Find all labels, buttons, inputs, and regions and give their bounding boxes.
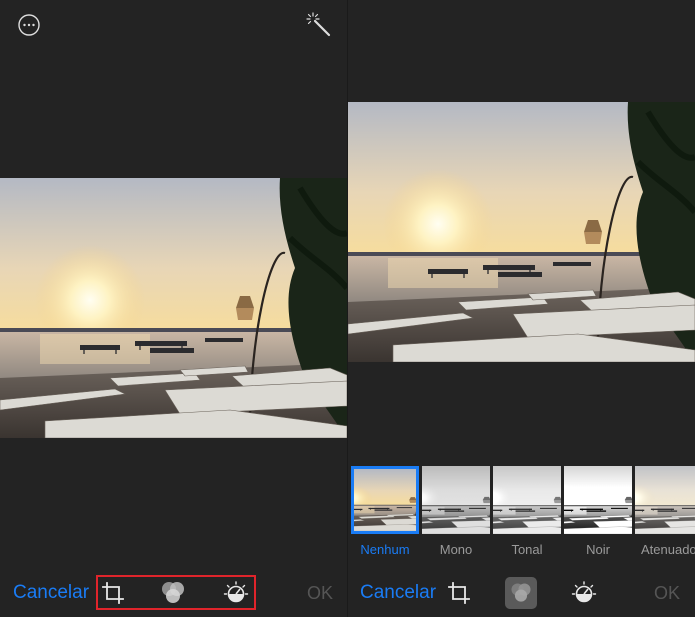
- filter-item-noir[interactable]: Noir: [564, 466, 632, 557]
- crop-rotate-icon[interactable]: [446, 580, 472, 606]
- editor-panel-right: Nenhum Mono Tonal Noir Atenuado Cancelar…: [348, 0, 695, 617]
- photo-preview: [348, 102, 695, 362]
- filter-thumbnail[interactable]: [422, 466, 490, 534]
- filter-label: Tonal: [511, 542, 543, 557]
- filter-thumbnail[interactable]: [493, 466, 561, 534]
- ok-button[interactable]: OK: [654, 583, 680, 603]
- filter-item-tonal[interactable]: Tonal: [493, 466, 561, 557]
- filter-item-atenuado[interactable]: Atenuado: [635, 466, 695, 557]
- ok-button[interactable]: OK: [307, 583, 333, 603]
- cancel-button[interactable]: Cancelar: [13, 583, 89, 603]
- filter-item-nenhum[interactable]: Nenhum: [351, 466, 419, 557]
- filters-icon[interactable]: [505, 577, 537, 609]
- magic-wand-icon[interactable]: [305, 11, 333, 39]
- filter-strip[interactable]: Nenhum Mono Tonal Noir Atenuado: [348, 466, 695, 558]
- tools-highlight-box: [96, 575, 256, 610]
- filter-label: Noir: [586, 542, 610, 557]
- adjust-light-icon[interactable]: [570, 579, 598, 607]
- filter-label: Nenhum: [360, 542, 410, 557]
- editor-panel-left: Cancelar OK: [0, 0, 347, 617]
- cancel-button[interactable]: Cancelar: [360, 583, 436, 603]
- filter-thumbnail[interactable]: [351, 466, 419, 534]
- filter-item-mono[interactable]: Mono: [422, 466, 490, 557]
- more-options-icon[interactable]: [17, 13, 41, 37]
- filter-label: Atenuado: [641, 542, 695, 557]
- filter-thumbnail[interactable]: [635, 466, 695, 534]
- filter-label: Mono: [439, 542, 473, 557]
- filter-thumbnail[interactable]: [564, 466, 632, 534]
- photo-preview: [0, 178, 347, 438]
